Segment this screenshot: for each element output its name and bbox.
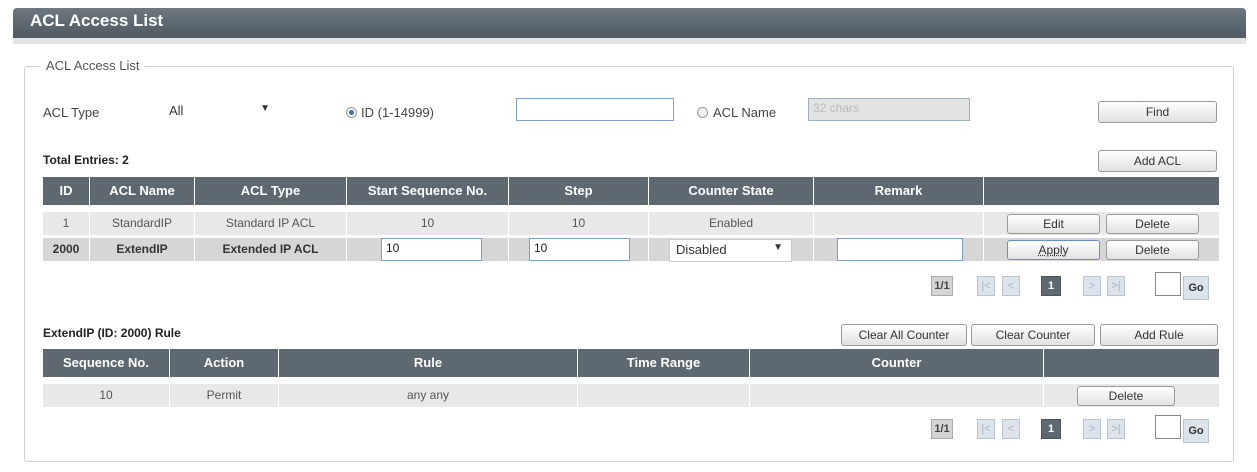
page-title-bar: ACL Access List	[13, 8, 1246, 38]
col-actions	[984, 177, 1219, 205]
name-radio[interactable]	[697, 107, 708, 118]
title-underline	[13, 38, 1246, 44]
cell-acl-type: Standard IP ACL	[195, 212, 347, 235]
apply-button-label: Apply	[1038, 243, 1069, 257]
cell-acl-name: ExtendIP	[90, 238, 195, 261]
cell-start-seq: 10	[347, 212, 509, 235]
page-info: 1/1	[931, 419, 953, 439]
rule-delete-button[interactable]: Delete	[1077, 386, 1175, 406]
first-page-button[interactable]: |<	[977, 419, 995, 439]
id-radio[interactable]	[346, 107, 357, 118]
cell-sequence-no: 10	[43, 384, 170, 407]
cell-action: Permit	[170, 384, 279, 407]
col-id: ID	[43, 177, 90, 205]
cell-remark	[814, 212, 984, 235]
cell-acl-type: Extended IP ACL	[195, 238, 347, 261]
add-acl-button[interactable]: Add ACL	[1098, 150, 1217, 172]
col-counter: Counter	[750, 349, 1044, 377]
current-page[interactable]: 1	[1041, 419, 1061, 439]
col-actions	[1044, 349, 1219, 377]
fieldset-legend: ACL Access List	[40, 58, 146, 73]
prev-page-button[interactable]: <	[1002, 419, 1020, 439]
counter-state-select[interactable]: Disabled ▼	[669, 239, 792, 262]
acl-name-input[interactable]: 32 chars	[808, 98, 970, 121]
clear-all-counter-button[interactable]: Clear All Counter	[841, 324, 967, 346]
acl-type-label: ACL Type	[43, 105, 100, 120]
cell-id: 1	[43, 212, 90, 235]
col-counter-state: Counter State	[649, 177, 814, 205]
chevron-down-icon: ▼	[260, 103, 270, 114]
go-button[interactable]: Go	[1183, 419, 1209, 443]
last-page-button[interactable]: >|	[1107, 419, 1125, 439]
id-radio-label: ID (1-14999)	[361, 105, 434, 120]
cell-counter-state: Enabled	[649, 212, 814, 235]
acl-id-input[interactable]	[516, 98, 674, 121]
first-page-button[interactable]: |<	[977, 276, 995, 296]
add-rule-button[interactable]: Add Rule	[1100, 324, 1218, 346]
col-time-range: Time Range	[578, 349, 750, 377]
delete-button[interactable]: Delete	[1106, 214, 1199, 234]
clear-counter-button[interactable]: Clear Counter	[971, 324, 1095, 346]
table-row: 10 Permit any any	[43, 384, 1219, 407]
rule-table-header: Sequence No. Action Rule Time Range Coun…	[43, 349, 1219, 377]
page-number-input[interactable]	[1155, 272, 1181, 296]
cell-time-range	[578, 384, 750, 407]
cell-step: 10	[509, 212, 649, 235]
col-remark: Remark	[814, 177, 984, 205]
next-page-button[interactable]: >	[1083, 419, 1101, 439]
col-sequence-no: Sequence No.	[43, 349, 170, 377]
col-rule: Rule	[279, 349, 578, 377]
page-title: ACL Access List	[30, 11, 164, 30]
prev-page-button[interactable]: <	[1002, 276, 1020, 296]
cell-id: 2000	[43, 238, 90, 261]
remark-input[interactable]	[837, 238, 963, 261]
cell-acl-name: StandardIP	[90, 212, 195, 235]
chevron-down-icon: ▼	[773, 242, 783, 253]
find-button[interactable]: Find	[1098, 101, 1217, 123]
total-entries: Total Entries: 2	[43, 153, 129, 167]
go-button[interactable]: Go	[1183, 276, 1209, 300]
page-number-input[interactable]	[1155, 415, 1181, 439]
cell-rule: any any	[279, 384, 578, 407]
page-info: 1/1	[931, 276, 953, 296]
rule-section-title: ExtendIP (ID: 2000) Rule	[43, 326, 181, 340]
col-start-seq: Start Sequence No.	[347, 177, 509, 205]
delete-button[interactable]: Delete	[1106, 240, 1199, 260]
col-action: Action	[170, 349, 279, 377]
acl-type-value: All	[169, 103, 184, 118]
start-seq-input[interactable]: 10	[381, 238, 482, 261]
col-step: Step	[509, 177, 649, 205]
acl-table-header: ID ACL Name ACL Type Start Sequence No. …	[43, 177, 1219, 205]
name-radio-label: ACL Name	[713, 105, 777, 120]
step-input[interactable]: 10	[529, 238, 630, 261]
col-acl-type: ACL Type	[195, 177, 347, 205]
current-page[interactable]: 1	[1041, 276, 1061, 296]
next-page-button[interactable]: >	[1083, 276, 1101, 296]
cell-counter	[750, 384, 1044, 407]
col-acl-name: ACL Name	[90, 177, 195, 205]
counter-state-value: Disabled	[676, 242, 727, 257]
acl-type-select[interactable]: All ▼	[163, 101, 278, 123]
edit-button[interactable]: Edit	[1007, 214, 1100, 234]
apply-button[interactable]: Apply	[1007, 240, 1100, 260]
last-page-button[interactable]: >|	[1107, 276, 1125, 296]
